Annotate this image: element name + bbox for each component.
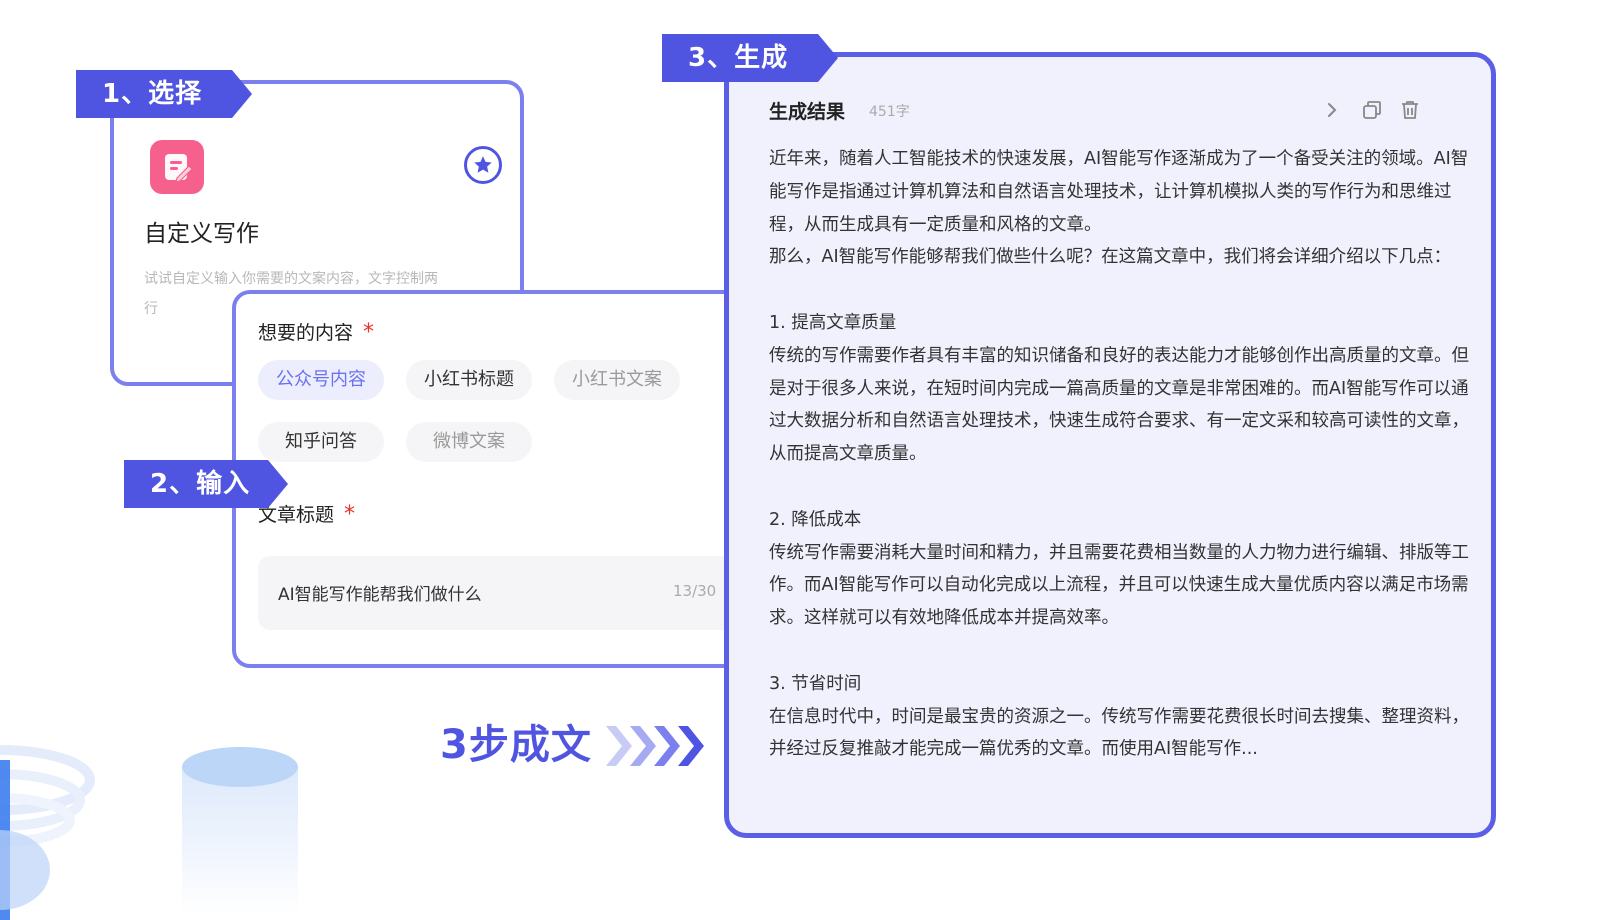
result-heading: 2. 降低成本 <box>769 509 862 530</box>
step-2-tag: 2、输入 <box>124 460 288 508</box>
chevrons-right-icon <box>606 726 704 766</box>
chip-zhihu-qa[interactable]: 知乎问答 <box>258 422 384 462</box>
chip-xhs-copy[interactable]: 小红书文案 <box>554 360 680 400</box>
word-count: 451字 <box>869 104 910 120</box>
trash-icon <box>1402 101 1418 119</box>
result-paragraph: 那么，AI智能写作能够帮我们做些什么呢？在这篇文章中，我们将会详细介绍以下几点： <box>769 247 1452 268</box>
char-counter: 13/30 <box>673 582 717 600</box>
required-mark: * <box>363 320 375 345</box>
article-title-label: 文章标题 * <box>258 502 356 527</box>
chip-xhs-title[interactable]: 小红书标题 <box>406 360 532 400</box>
result-paragraph: 在信息时代中，时间是最宝贵的资源之一。传统写作需要花费很长时间去搜集、整理资料，… <box>769 706 1469 760</box>
decorative-cylinder <box>182 747 298 915</box>
decorative-rings <box>0 745 95 920</box>
chip-weibo-copy[interactable]: 微博文案 <box>406 422 532 462</box>
edit-note-icon <box>150 140 204 194</box>
result-paragraph: 传统写作需要消耗大量时间和精力，并且需要花费相当数量的人力物力进行编辑、排版等工… <box>769 542 1469 629</box>
input-form-card: 想要的内容 * 公众号内容 小红书标题 小红书文案 知乎问答 微博文案 文章标题 *… <box>232 290 752 668</box>
required-mark: * <box>344 502 356 527</box>
result-title: 生成结果 <box>769 101 846 123</box>
copy-button[interactable] <box>1359 97 1385 123</box>
star-icon <box>474 156 492 173</box>
delete-button[interactable] <box>1397 97 1423 123</box>
article-title-input[interactable]: AI智能写作能帮我们做什么 13/30 <box>258 556 748 630</box>
content-type-label: 想要的内容 * <box>258 320 375 345</box>
next-button[interactable] <box>1319 97 1345 123</box>
slogan-text: 3步成文 <box>440 722 592 768</box>
result-panel: 生成结果 451字 近年来，随着人工智能技术的快速发展，AI智能写作逐渐成为了一… <box>724 52 1496 838</box>
copy-icon <box>1363 101 1381 119</box>
chevron-right-icon <box>1328 103 1337 117</box>
result-text: 近年来，随着人工智能技术的快速发展，AI智能写作逐渐成为了一个备受关注的领域。A… <box>769 143 1469 766</box>
favorite-star-button[interactable] <box>464 146 502 184</box>
step-3-tag: 3、生成 <box>662 34 838 82</box>
chip-wechat-article[interactable]: 公众号内容 <box>258 360 384 400</box>
article-title-value: AI智能写作能帮我们做什么 <box>278 585 482 605</box>
result-paragraph: 近年来，随着人工智能技术的快速发展，AI智能写作逐渐成为了一个备受关注的领域。A… <box>769 149 1469 235</box>
step-1-tag: 1、选择 <box>76 70 252 118</box>
result-paragraph: 传统的写作需要作者具有丰富的知识储备和良好的表达能力才能够创作出高质量的文章。但… <box>769 345 1469 465</box>
result-heading: 3. 节省时间 <box>769 673 862 694</box>
card-title: 自定义写作 <box>144 221 259 247</box>
result-heading: 1. 提高文章质量 <box>769 312 897 333</box>
